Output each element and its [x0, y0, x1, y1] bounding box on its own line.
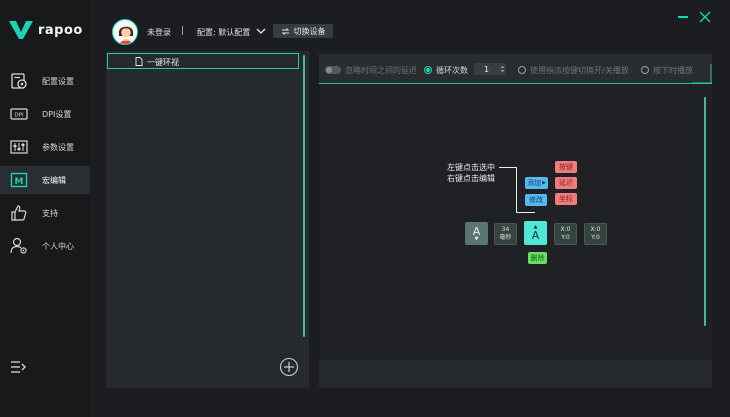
insert-key-button[interactable]: 按键 — [555, 161, 577, 173]
add-button-label: 添加 — [527, 179, 542, 187]
sidebar-item-macro-editor[interactable]: M 宏编辑 — [0, 166, 90, 194]
sidebar-item-support[interactable]: 支持 — [0, 199, 90, 227]
add-button[interactable]: 添加 ▶ — [525, 177, 548, 189]
sidebar-item-label: 参数设置 — [42, 143, 74, 152]
toolbar-underline — [319, 83, 712, 84]
toolbar-corner-accent — [692, 64, 712, 84]
usage-hint: 左键点击选中 右键点击编辑 — [447, 162, 495, 184]
rapoo-v-logo-icon — [9, 21, 33, 39]
loop-count-stepper[interactable]: 1 — [474, 63, 506, 75]
key-down-event[interactable]: A ▼ — [465, 222, 488, 245]
swap-arrows-icon — [281, 27, 289, 35]
macro-editor-panel: 忽略时间之间的延迟 循环次数 1 使用指派按键切换开/关播放 按下时播放 — [319, 51, 712, 388]
insert-coordinate-button[interactable]: 坐标 — [555, 193, 577, 205]
coordinate-event-x: X:0 — [560, 226, 571, 233]
loop-count-option[interactable]: 循环次数 — [424, 65, 468, 75]
play-on-press-label: 按下时播放 — [653, 65, 693, 75]
loop-count-label: 循环次数 — [436, 65, 468, 75]
play-on-press-option[interactable]: 按下时播放 — [641, 65, 693, 75]
login-status[interactable]: 未登录 — [147, 27, 171, 38]
minimize-button[interactable] — [678, 16, 688, 18]
topbar-divider — [182, 26, 183, 35]
delay-event[interactable]: 34 毫秒 — [494, 223, 517, 245]
chevron-down-icon[interactable] — [256, 27, 266, 35]
key-down-arrow-icon: ▼ — [474, 235, 479, 242]
ignore-delay-toggle[interactable] — [325, 66, 341, 74]
usage-hint-line-2: 右键点击编辑 — [447, 174, 495, 183]
macro-list-item[interactable]: 一键环视 — [107, 53, 299, 69]
sidebar-item-label: 个人中心 — [42, 242, 74, 251]
sidebar-item-dpi-settings[interactable]: DPI DPI设置 — [0, 100, 90, 128]
macro-list-scrollbar[interactable] — [303, 55, 305, 337]
macro-icon: M — [10, 172, 28, 188]
ignore-delay-label: 忽略时间之间的延迟 — [345, 65, 417, 75]
macro-editor-footer — [319, 360, 712, 388]
brand-name: rapoo — [38, 23, 83, 38]
document-icon — [135, 57, 143, 66]
gear-doc-icon — [11, 73, 27, 89]
macro-list-panel: 一键环视 — [106, 51, 309, 388]
switch-device-label: 切换设备 — [293, 26, 326, 36]
add-macro-icon[interactable] — [279, 357, 299, 377]
submenu-arrow-icon: ▶ — [542, 180, 546, 186]
spinner-arrows-icon[interactable] — [500, 65, 505, 73]
user-gear-icon — [10, 237, 27, 254]
dpi-icon: DPI — [10, 108, 28, 120]
profile-selector[interactable]: 配置: 默认配置 — [197, 27, 250, 38]
macro-options-toolbar: 忽略时间之间的延迟 循环次数 1 使用指派按键切换开/关播放 按下时播放 — [319, 54, 712, 84]
thumbs-up-icon — [11, 205, 27, 221]
delay-event-unit: 毫秒 — [499, 234, 512, 241]
hint-pointer-line — [516, 167, 517, 212]
sidebar-item-label: 宏编辑 — [42, 176, 66, 185]
play-on-press-radio[interactable] — [641, 66, 649, 74]
sidebar-item-label: 配置设置 — [42, 77, 74, 86]
coordinate-event-x: X:0 — [590, 226, 601, 233]
coordinate-event[interactable]: X:0 Y:0 — [584, 223, 607, 245]
key-up-event-label: A — [531, 229, 540, 242]
svg-text:M: M — [15, 177, 24, 187]
sidebar-item-personal-center[interactable]: 个人中心 — [0, 232, 90, 260]
usage-hint-line-1: 左键点击选中 — [447, 163, 495, 172]
macro-editor-scrollbar[interactable] — [704, 97, 706, 326]
avatar[interactable] — [112, 19, 138, 45]
sliders-icon — [10, 140, 28, 154]
toggle-by-key-label: 使用指派按键切换开/关播放 — [530, 65, 629, 75]
delete-button[interactable]: 删除 — [528, 252, 547, 264]
sidebar-item-label: 支持 — [42, 209, 58, 218]
close-icon[interactable] — [699, 11, 711, 23]
rapoo-logo: rapoo — [8, 18, 83, 42]
macro-name: 一键环视 — [147, 58, 179, 67]
insert-delay-button[interactable]: 延迟 — [555, 177, 577, 189]
switch-device-button[interactable]: 切换设备 — [273, 24, 333, 38]
coordinate-event-y: Y:0 — [591, 234, 600, 241]
sidebar-item-profile-settings[interactable]: 配置设置 — [0, 67, 90, 95]
delay-event-value: 34 — [501, 226, 510, 233]
loop-count-radio[interactable] — [424, 66, 432, 74]
sidebar: rapoo 配置设置 DPI DPI设置 参数设置 M 宏编辑 支持 个人中心 — [0, 0, 90, 417]
avatar-face-icon — [114, 21, 137, 44]
ignore-delay-option[interactable]: 忽略时间之间的延迟 — [325, 65, 417, 75]
collapse-menu-icon[interactable] — [10, 360, 26, 374]
coordinate-event[interactable]: X:0 Y:0 — [554, 223, 577, 245]
key-up-event-selected[interactable]: ▲ A — [524, 221, 547, 245]
modify-button[interactable]: 修改 — [525, 194, 547, 206]
sidebar-item-label: DPI设置 — [42, 110, 72, 119]
toggle-by-key-radio[interactable] — [518, 66, 526, 74]
key-down-event-label: A — [472, 224, 481, 238]
coordinate-event-y: Y:0 — [561, 234, 570, 241]
svg-text:DPI: DPI — [14, 113, 24, 119]
sidebar-item-parameter-settings[interactable]: 参数设置 — [0, 133, 90, 161]
hint-pointer-line — [516, 212, 535, 213]
hint-pointer-line — [499, 167, 516, 168]
toggle-by-key-option[interactable]: 使用指派按键切换开/关播放 — [518, 65, 629, 75]
loop-count-value[interactable]: 1 — [484, 65, 489, 74]
